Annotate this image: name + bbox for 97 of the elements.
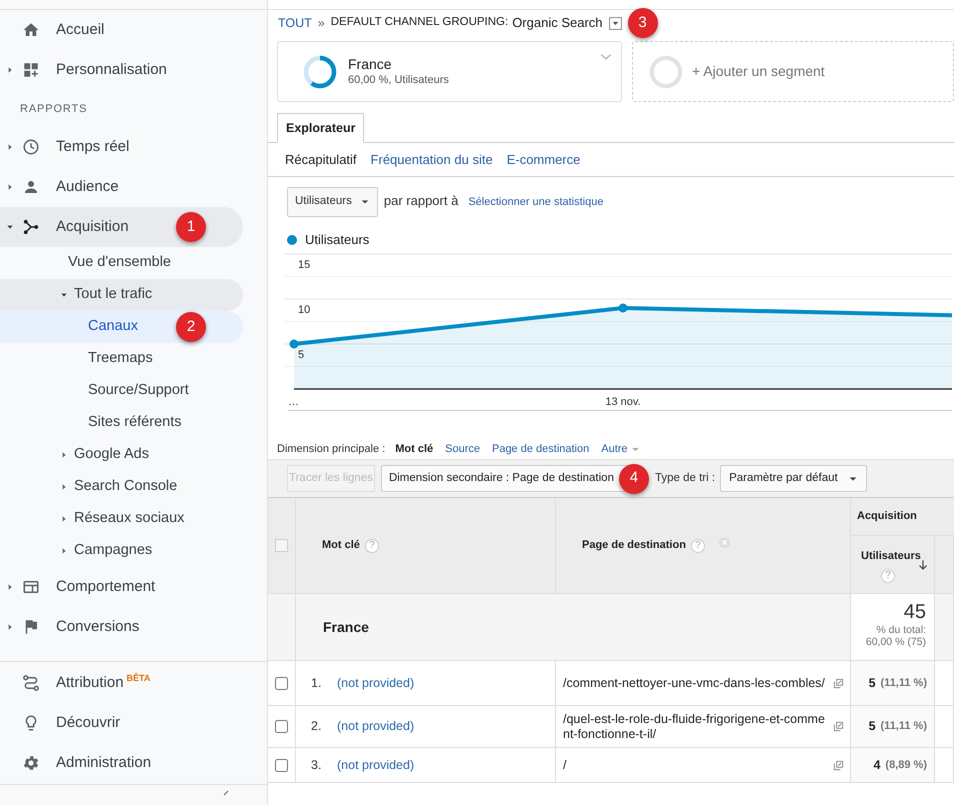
add-segment-button[interactable]: + Ajouter un segment — [632, 41, 954, 102]
axis-tick-label: … — [288, 396, 299, 408]
tab[interactable]: Explorateur — [277, 113, 364, 143]
users-value: 5 — [868, 718, 876, 736]
segment-card[interactable]: France 60,00 %, Utilisateurs — [277, 41, 622, 102]
nav-item[interactable]: Source/Support — [0, 375, 243, 407]
nav-item[interactable]: Acquisition 1 — [0, 207, 243, 247]
sort-label: Type de tri : — [654, 470, 716, 486]
nav-item[interactable]: Treemaps — [0, 343, 243, 375]
nav-item[interactable]: Personnalisation — [0, 50, 243, 90]
column-header[interactable]: Mot clé — [322, 537, 360, 554]
breadcrumb-link[interactable]: TOUT — [278, 14, 312, 32]
nav-item[interactable]: Tout le trafic — [0, 279, 243, 311]
nav-item[interactable]: Conversions — [0, 607, 243, 647]
external-link-icon — [833, 760, 844, 770]
report-tab[interactable]: Fréquentation du site — [370, 150, 493, 170]
axis-tick-label: 10 — [298, 304, 310, 316]
summary-value: 45 — [904, 600, 926, 624]
dimension-link[interactable]: Page de destination — [492, 440, 590, 458]
row-checkbox[interactable] — [275, 758, 288, 772]
summary-share-label: % du total: — [876, 624, 926, 636]
dashboard-icon — [22, 61, 40, 79]
clock-icon — [22, 138, 40, 156]
empty-circle-icon — [649, 54, 683, 88]
page-path: /quel-est-le-role-du-fluide-frigorigene-et-comment-fonctionne-t-il/ — [563, 712, 826, 742]
row-index: 1. — [311, 674, 322, 692]
nav-item[interactable]: Temps réel — [0, 127, 243, 167]
nav-item[interactable]: Vue d'ensemble — [0, 247, 243, 279]
users-value: 4 — [873, 756, 880, 774]
column-header[interactable]: Page de destination — [582, 537, 686, 554]
remove-icon — [718, 536, 731, 549]
nav-item[interactable]: Sites référents — [0, 407, 243, 439]
step-number-badge: 3 — [628, 8, 658, 38]
nav-item[interactable]: Découvrir — [0, 703, 243, 743]
section-title: RAPPORTS — [19, 102, 88, 118]
row-checkbox[interactable] — [275, 720, 288, 733]
data-point — [618, 304, 628, 312]
sort-dropdown[interactable]: Paramètre par défaut — [720, 465, 867, 492]
external-link-icon — [833, 721, 844, 732]
step-number-badge: 2 — [176, 312, 206, 342]
compare-label: par rapport à — [384, 192, 458, 210]
dimension-link[interactable]: Source — [445, 440, 480, 458]
report-tab[interactable]: Récapitulatif — [285, 150, 357, 170]
channel-value: Organic Search — [512, 14, 603, 32]
dropdown-icon — [608, 16, 622, 30]
breadcrumb-current: DEFAULT CHANNEL GROUPING: — [330, 15, 508, 30]
nav-item[interactable]: Search Console — [0, 471, 243, 503]
dimension-label: Dimension principale : — [277, 442, 386, 457]
column-header[interactable]: Utilisateurs — [861, 548, 921, 564]
nav-item[interactable]: Google Ads — [0, 439, 243, 471]
users-value: 5 — [868, 674, 876, 692]
users-percent: (11,11 %) — [880, 676, 927, 691]
segment-donut — [302, 54, 338, 90]
metric-dropdown[interactable]: Utilisateurs — [287, 187, 378, 217]
segment-detail: 60,00 %, Utilisateurs — [348, 73, 449, 87]
nav-item[interactable]: Audience — [0, 167, 243, 207]
summary-label: France — [323, 618, 369, 636]
select-metric-link[interactable]: Sélectionner une statistique — [468, 194, 604, 210]
branch-icon — [22, 218, 40, 236]
segment-name: France — [348, 56, 393, 73]
step-number-badge: 4 — [618, 464, 649, 494]
window-icon — [22, 578, 40, 596]
row-index: 2. — [311, 718, 322, 736]
route-icon — [22, 674, 40, 692]
breadcrumb-separator: » — [318, 14, 325, 32]
users-percent: (8,89 %) — [885, 758, 927, 773]
person-icon — [22, 178, 40, 196]
dimension-link[interactable]: Autre — [601, 440, 640, 458]
summary-share-value: 60,00 % (75) — [866, 636, 926, 648]
nav-item[interactable]: Administration — [0, 743, 243, 783]
keyword-link[interactable]: (not provided) — [337, 674, 414, 692]
column-group-header: Acquisition — [851, 498, 954, 536]
nav-item[interactable]: Campagnes — [0, 535, 243, 567]
beta-label: BÊTA — [126, 672, 150, 685]
external-link-icon — [833, 678, 844, 688]
dimension-link[interactable]: Mot clé — [395, 440, 434, 458]
row-index: 3. — [311, 756, 322, 774]
axis-tick-label: 5 — [298, 349, 304, 361]
nav-item[interactable]: Accueil — [0, 10, 243, 50]
row-checkbox[interactable] — [275, 676, 288, 690]
step-number-badge: 1 — [176, 212, 206, 242]
nav-item[interactable]: Réseaux sociaux — [0, 503, 243, 535]
axis-tick-label: 13 nov. — [605, 396, 641, 408]
nav-item[interactable]: Comportement — [0, 567, 243, 607]
nav-item[interactable]: Canaux 2 — [0, 311, 243, 343]
legend-label: Utilisateurs — [305, 231, 370, 250]
keyword-link[interactable]: (not provided) — [337, 717, 414, 736]
home-icon — [22, 21, 40, 39]
page-path: /comment-nettoyer-une-vmc-dans-les-combles/ — [563, 676, 826, 690]
report-tab[interactable]: E-commerce — [506, 150, 580, 170]
settings-icon — [22, 754, 40, 772]
data-point — [290, 340, 298, 348]
page-path: / — [563, 758, 568, 772]
axis-tick-label: 15 — [298, 259, 310, 271]
users-percent: (11,11 %) — [880, 719, 927, 734]
keyword-link[interactable]: (not provided) — [337, 756, 414, 774]
select-all-checkbox[interactable] — [275, 539, 288, 552]
